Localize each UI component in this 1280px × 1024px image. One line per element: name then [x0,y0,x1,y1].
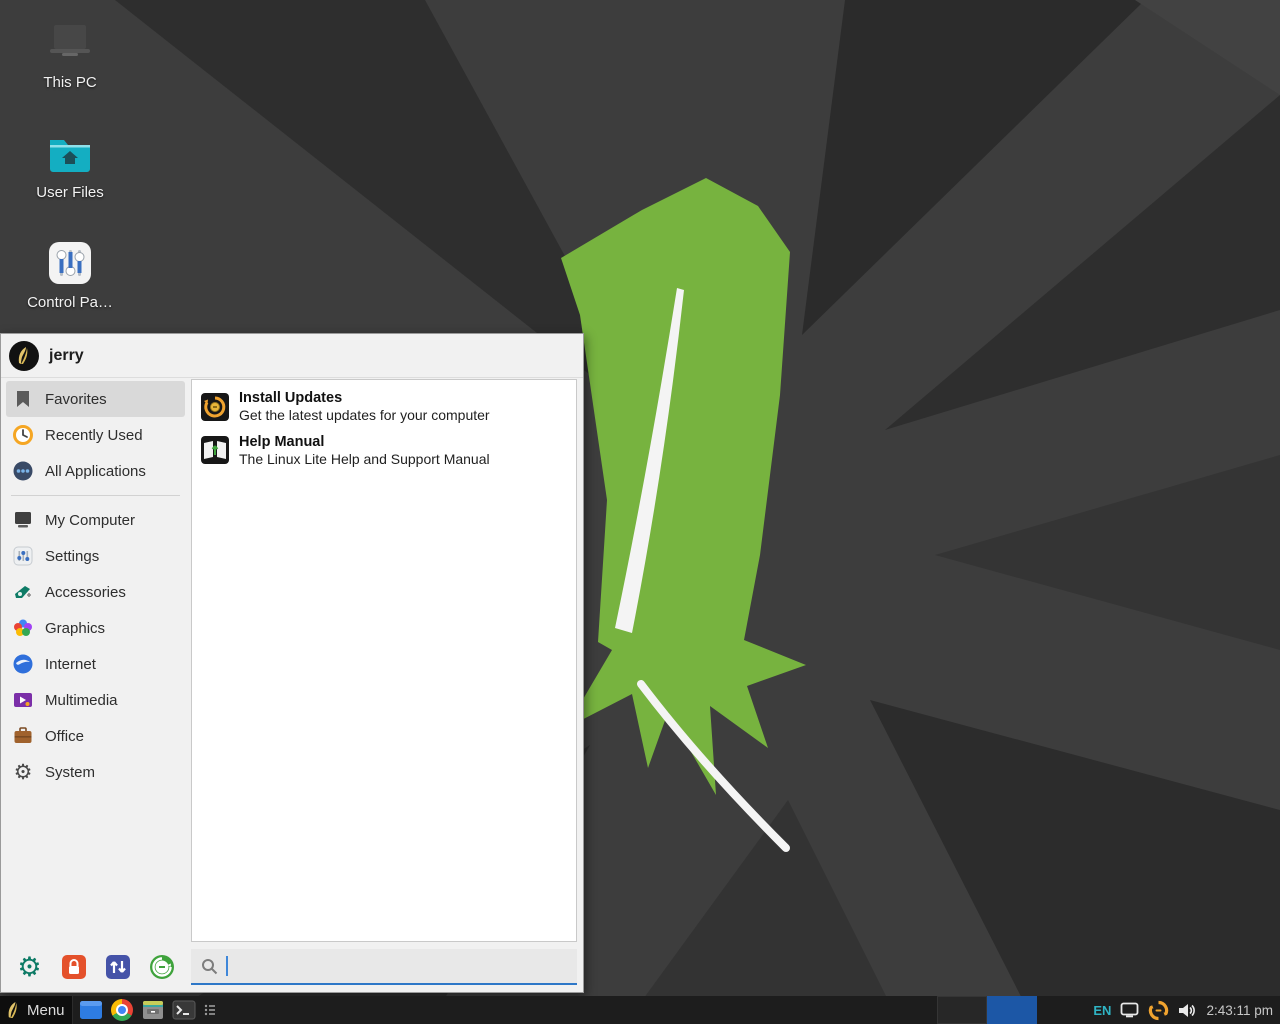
desktop-icon-label: User Files [36,184,104,201]
sidebar-item-favorites[interactable]: Favorites [6,381,185,417]
app-description: Get the latest updates for your computer [239,407,490,425]
feather-icon [15,346,33,366]
sidebar-item-recently-used[interactable]: Recently Used [6,417,185,453]
sidebar-item-internet[interactable]: Internet [6,646,185,682]
menu-button[interactable]: Menu [0,996,73,1024]
globe-icon [12,653,34,675]
file-manager-launcher[interactable] [78,997,104,1023]
clock-icon [12,424,34,446]
lock-screen-button[interactable] [60,954,87,981]
whisker-menu: jerry Favorites Recently Used [0,333,584,993]
menu-app-list: Install Updates Get the latest updates f… [191,379,577,942]
feather-icon [5,1001,22,1020]
keyboard-layout-indicator[interactable]: EN [1093,1003,1111,1018]
app-item-help-manual[interactable]: Help Manual The Linux Lite Help and Supp… [192,429,576,473]
sidebar-item-office[interactable]: Office [6,718,185,754]
workspace-2-active[interactable] [987,996,1037,1024]
app-description: The Linux Lite Help and Support Manual [239,451,490,469]
menu-button-label: Menu [27,1002,65,1019]
file-manager-icon [79,1000,103,1020]
app-title: Help Manual [239,433,490,451]
menu-sidebar: Favorites Recently Used All Applicatio [1,379,190,942]
clock[interactable]: 2:43:11 pm [1206,1003,1273,1018]
window-list-icon [204,1003,216,1017]
updates-icon [200,392,230,422]
sidebar-separator [11,495,180,496]
terminal-icon [172,1000,196,1020]
sidebar-item-my-computer[interactable]: My Computer [6,502,185,538]
computer-icon [12,509,34,531]
grid-dots-icon [12,460,34,482]
taskbar: Menu [0,996,1280,1024]
desktop-icon-list: This PC User Files [8,14,132,328]
menu-action-buttons: ⚙ [1,954,191,981]
computer-icon [45,14,95,72]
desktop-icon-label: Control Pa… [27,294,113,311]
color-wheel-icon [12,617,34,639]
archive-manager-launcher[interactable] [140,997,166,1023]
update-notifier-icon[interactable] [1148,1000,1169,1021]
briefcase-icon [12,725,34,747]
user-avatar[interactable] [9,341,39,371]
control-panel-icon [47,234,93,292]
menu-header: jerry [1,334,583,378]
sidebar-item-accessories[interactable]: Accessories [6,574,185,610]
search-box[interactable] [191,949,577,985]
switch-arrows-icon [105,954,131,980]
lock-icon [61,954,87,980]
logout-icon [149,954,175,980]
user-name: jerry [49,347,84,365]
window-list-button[interactable] [202,997,218,1023]
media-player-icon [12,689,34,711]
switch-user-button[interactable] [104,954,131,981]
desktop-icon-control-panel[interactable]: Control Pa… [8,234,132,328]
desktop-icon-label: This PC [43,74,96,91]
sidebar-item-all-applications[interactable]: All Applications [6,453,185,489]
display-icon[interactable] [1120,1002,1139,1018]
help-book-icon [200,435,230,465]
chrome-launcher[interactable] [109,997,135,1023]
terminal-launcher[interactable] [171,997,197,1023]
desktop-icon-user-files[interactable]: User Files [8,124,132,218]
workspace-pager [937,996,1037,1024]
bookmark-icon [12,388,34,410]
log-out-button[interactable] [148,954,175,981]
sidebar-item-multimedia[interactable]: Multimedia [6,682,185,718]
volume-icon[interactable] [1178,1002,1197,1019]
sidebar-item-settings[interactable]: Settings [6,538,185,574]
app-title: Install Updates [239,389,490,407]
search-input[interactable] [191,949,577,983]
sidebar-item-system[interactable]: ⚙ System [6,754,185,790]
workspace-1[interactable] [937,996,987,1024]
chrome-icon [111,999,133,1021]
system-tray: EN 2:43:11 pm [1093,1000,1280,1021]
gear-icon: ⚙ [12,761,34,783]
sliders-icon [12,545,34,567]
sidebar-item-graphics[interactable]: Graphics [6,610,185,646]
archive-icon [141,1000,165,1020]
settings-manager-button[interactable]: ⚙ [16,954,43,981]
utility-knife-icon [12,581,34,603]
menu-bottom-bar: ⚙ [1,942,583,992]
desktop-icon-this-pc[interactable]: This PC [8,14,132,108]
app-item-install-updates[interactable]: Install Updates Get the latest updates f… [192,385,576,429]
home-folder-icon [46,124,94,182]
